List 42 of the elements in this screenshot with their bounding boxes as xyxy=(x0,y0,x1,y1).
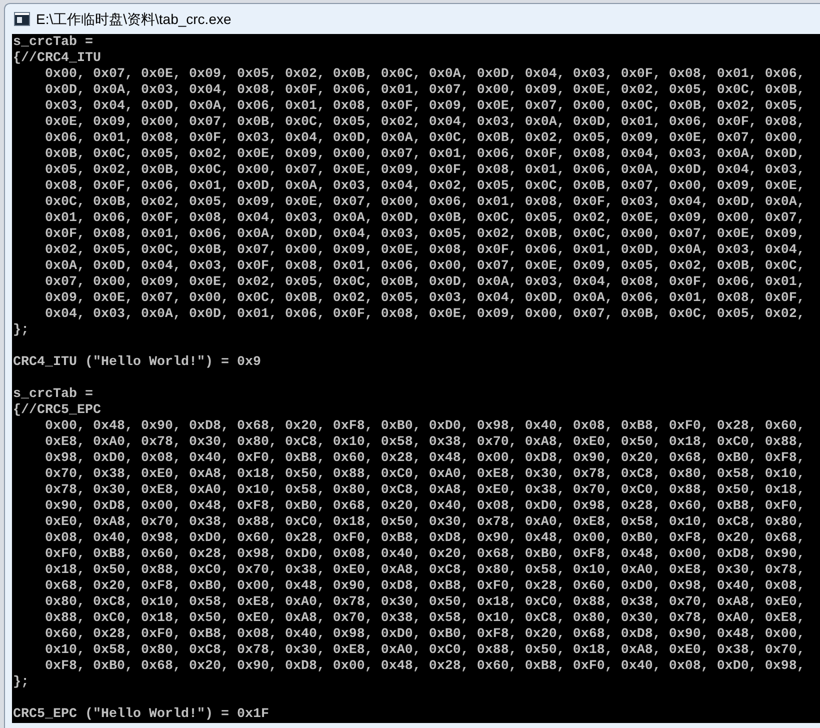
table-row-text: 0x08, 0x40, 0x98, 0xD0, 0x60, 0x28, 0xF0, 0xB8, 0xD8, 0x90, 0x48, 0x00, 0xB0, 0xF8, 0x20, 0x68, xyxy=(45,531,805,546)
table-row-text: 0xE0, 0xA8, 0x70, 0x38, 0x88, 0xC0, 0x18, 0x50, 0x30, 0x78, 0xA0, 0xE8, 0x58, 0x10, 0xC8, 0x80, xyxy=(45,515,805,530)
table-row-text: 0x02, 0x05, 0x0C, 0x0B, 0x07, 0x00, 0x09, 0x0E, 0x08, 0x0F, 0x06, 0x01, 0x0D, 0x0A, 0x03, 0x04, xyxy=(45,243,805,258)
table-row-text: 0x09, 0x0E, 0x07, 0x00, 0x0C, 0x0B, 0x02, 0x05, 0x03, 0x04, 0x0D, 0x0A, 0x06, 0x01, 0x08, 0x0F, xyxy=(45,291,805,306)
table-row-text: 0x00, 0x48, 0x90, 0xD8, 0x68, 0x20, 0xF8, 0xB0, 0xD0, 0x98, 0x40, 0x08, 0xB8, 0xF0, 0x28, 0x60, xyxy=(45,419,805,434)
table-row-text: 0x03, 0x04, 0x0D, 0x0A, 0x06, 0x01, 0x08, 0x0F, 0x09, 0x0E, 0x07, 0x00, 0x0C, 0x0B, 0x02, 0x05, xyxy=(45,99,805,114)
table-row-text: 0x60, 0x28, 0xF0, 0xB8, 0x08, 0x40, 0x98, 0xD0, 0xB0, 0xF8, 0x20, 0x68, 0xD8, 0x90, 0x48, 0x00, xyxy=(45,627,805,642)
table-row-text: 0x08, 0x0F, 0x06, 0x01, 0x0D, 0x0A, 0x03, 0x04, 0x02, 0x05, 0x0C, 0x0B, 0x07, 0x00, 0x09, 0x0E, xyxy=(45,179,805,194)
table-row-text: 0xF0, 0xB8, 0x60, 0x28, 0x98, 0xD0, 0x08, 0x40, 0x20, 0x68, 0xB0, 0xF8, 0x48, 0x00, 0xD8, 0x90, xyxy=(45,547,805,562)
table-row-text: 0x18, 0x50, 0x88, 0xC0, 0x70, 0x38, 0xE0, 0xA8, 0xC8, 0x80, 0x58, 0x10, 0xA0, 0xE8, 0x30, 0x78, xyxy=(45,563,805,578)
table-row-text: 0x90, 0xD8, 0x00, 0x48, 0xF8, 0xB0, 0x68, 0x20, 0x40, 0x08, 0xD0, 0x98, 0x28, 0x60, 0xB8, 0xF0, xyxy=(45,499,805,514)
table-row-text: 0x0F, 0x08, 0x01, 0x06, 0x0A, 0x0D, 0x04, 0x03, 0x05, 0x02, 0x0B, 0x0C, 0x00, 0x07, 0x0E, 0x09, xyxy=(45,227,805,242)
console-text: s_crcTab = xyxy=(13,35,93,50)
table-row-text: 0x68, 0x20, 0xF8, 0xB0, 0x00, 0x48, 0x90, 0xD8, 0xB8, 0xF0, 0x28, 0x60, 0xD0, 0x98, 0x40, 0x08, xyxy=(45,579,805,594)
table-row-text: 0xF8, 0xB0, 0x68, 0x20, 0x90, 0xD8, 0x00, 0x48, 0x28, 0x60, 0xB8, 0xF0, 0x40, 0x08, 0xD0, 0x98, xyxy=(45,659,805,674)
table-row-text: 0x70, 0x38, 0xE0, 0xA8, 0x18, 0x50, 0x88, 0xC0, 0xA0, 0xE8, 0x30, 0x78, 0xC8, 0x80, 0x58, 0x10, xyxy=(45,467,805,482)
table-row-text: 0x0C, 0x0B, 0x02, 0x05, 0x09, 0x0E, 0x07, 0x00, 0x06, 0x01, 0x08, 0x0F, 0x03, 0x04, 0x0D, 0x0A, xyxy=(45,195,805,210)
table-row-text: 0x01, 0x06, 0x0F, 0x08, 0x04, 0x03, 0x0A, 0x0D, 0x0B, 0x0C, 0x05, 0x02, 0x0E, 0x09, 0x00, 0x07, xyxy=(45,211,805,226)
table-row-text: 0x80, 0xC8, 0x10, 0x58, 0xE8, 0xA0, 0x78, 0x30, 0x50, 0x18, 0xC0, 0x88, 0x38, 0x70, 0xA8, 0xE0, xyxy=(45,595,805,610)
table-row-text: 0x0A, 0x0D, 0x04, 0x03, 0x0F, 0x08, 0x01, 0x06, 0x00, 0x07, 0x0E, 0x09, 0x05, 0x02, 0x0B, 0x0C, xyxy=(45,259,805,274)
table-row-text: 0x05, 0x02, 0x0B, 0x0C, 0x00, 0x07, 0x0E, 0x09, 0x0F, 0x08, 0x01, 0x06, 0x0A, 0x0D, 0x04, 0x03, xyxy=(45,163,805,178)
table-row-text: 0x10, 0x58, 0x80, 0xC8, 0x78, 0x30, 0xE8, 0xA0, 0xC0, 0x88, 0x50, 0x18, 0xA8, 0xE0, 0x38, 0x70, xyxy=(45,643,805,658)
result-text: CRC5_EPC ("Hello World!") = 0x1F xyxy=(13,707,269,722)
result-text: CRC4_ITU ("Hello World!") = 0x9 xyxy=(13,355,261,370)
table-row-text: 0x0D, 0x0A, 0x03, 0x04, 0x08, 0x0F, 0x06, 0x01, 0x07, 0x00, 0x09, 0x0E, 0x02, 0x05, 0x0C, 0x0B, xyxy=(45,83,805,98)
console-text: s_crcTab = xyxy=(13,387,93,402)
window-title: E:\工作临时盘\资料\tab_crc.exe xyxy=(36,10,232,29)
table-row-text: 0x98, 0xD0, 0x08, 0x40, 0xF0, 0xB8, 0x60, 0x28, 0x48, 0x00, 0xD8, 0x90, 0x20, 0x68, 0xB0, 0xF8, xyxy=(45,451,805,466)
console-text: {//CRC5_EPC xyxy=(13,403,101,418)
table-row-text: 0xE8, 0xA0, 0x78, 0x30, 0x80, 0xC8, 0x10, 0x58, 0x38, 0x70, 0xA8, 0xE0, 0x50, 0x18, 0xC0, 0x88, xyxy=(45,435,805,450)
table-row-text: 0x0E, 0x09, 0x00, 0x07, 0x0B, 0x0C, 0x05, 0x02, 0x04, 0x03, 0x0A, 0x0D, 0x01, 0x06, 0x0F, 0x08, xyxy=(45,115,805,130)
table-row-text: 0x88, 0xC0, 0x18, 0x50, 0xE0, 0xA8, 0x70, 0x38, 0x58, 0x10, 0xC8, 0x80, 0x30, 0x78, 0xA0, 0xE8, xyxy=(45,611,805,626)
table-row-text: 0x06, 0x01, 0x08, 0x0F, 0x03, 0x04, 0x0D, 0x0A, 0x0C, 0x0B, 0x02, 0x05, 0x09, 0x0E, 0x07, 0x00, xyxy=(45,131,805,146)
console-text: }; xyxy=(13,675,29,690)
table-row-text: 0x0B, 0x0C, 0x05, 0x02, 0x0E, 0x09, 0x00, 0x07, 0x01, 0x06, 0x0F, 0x08, 0x04, 0x03, 0x0A, 0x0D, xyxy=(45,147,805,162)
table-row-text: 0x07, 0x00, 0x09, 0x0E, 0x02, 0x05, 0x0C, 0x0B, 0x0D, 0x0A, 0x03, 0x04, 0x08, 0x0F, 0x06, 0x01, xyxy=(45,275,805,290)
console-text: }; xyxy=(13,323,29,338)
table-row-text: 0x04, 0x03, 0x0A, 0x0D, 0x01, 0x06, 0x0F, 0x08, 0x0E, 0x09, 0x00, 0x07, 0x0B, 0x0C, 0x05, 0x02, xyxy=(45,307,805,322)
console-text: {//CRC4_ITU xyxy=(13,51,101,66)
console-icon xyxy=(14,12,30,26)
table-row-text: 0x78, 0x30, 0xE8, 0xA0, 0x10, 0x58, 0x80, 0xC8, 0xA8, 0xE0, 0x38, 0x70, 0xC0, 0x88, 0x50, 0x18, xyxy=(45,483,805,498)
table-row-text: 0x00, 0x07, 0x0E, 0x09, 0x05, 0x02, 0x0B, 0x0C, 0x0A, 0x0D, 0x04, 0x03, 0x0F, 0x08, 0x01, 0x06, xyxy=(45,67,805,82)
